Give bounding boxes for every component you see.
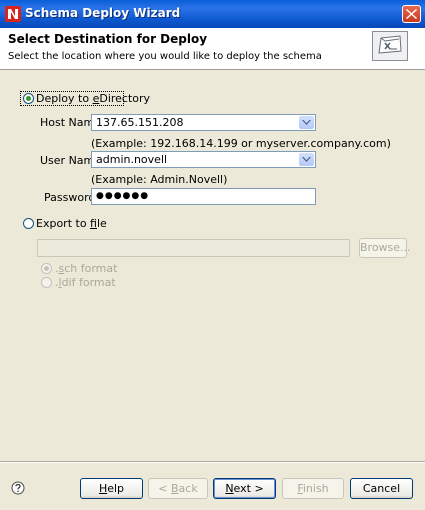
host-name-value: 137.65.151.208 (96, 116, 184, 129)
close-button[interactable] (402, 5, 421, 23)
finish-button[interactable]: Finish (282, 478, 344, 499)
user-name-value: admin.novell (96, 153, 168, 166)
wizard-header: Select Destination for Deploy Select the… (0, 28, 425, 70)
user-dropdown-button[interactable] (299, 153, 314, 166)
chevron-down-icon (302, 120, 311, 125)
user-example-text: (Example: Admin.Novell) (91, 173, 228, 186)
wizard-content: Deploy to eDirectory Host Name: 137.65.1… (0, 70, 425, 460)
title-bar[interactable]: Schema Deploy Wizard (0, 0, 425, 28)
browse-button[interactable]: Browse... (359, 238, 411, 258)
novell-n-icon (5, 6, 21, 22)
next-button[interactable]: Next > (213, 478, 276, 499)
password-field[interactable]: ●●●●●● (91, 188, 316, 205)
window-title: Schema Deploy Wizard (25, 6, 181, 20)
deploy-edirectory-label[interactable]: Deploy to eDirectory (36, 92, 150, 105)
sch-format-label: .sch format (55, 262, 118, 275)
back-button[interactable]: < Back (148, 478, 208, 499)
host-dropdown-button[interactable] (299, 116, 314, 129)
user-name-combo[interactable]: admin.novell (91, 151, 316, 168)
deploy-edirectory-radio[interactable] (23, 93, 34, 104)
page-title: Select Destination for Deploy (8, 32, 208, 46)
host-name-combo[interactable]: 137.65.151.208 (91, 114, 316, 131)
sch-format-radio[interactable] (41, 263, 52, 274)
wizard-window: Schema Deploy Wizard Select Destination … (0, 0, 425, 510)
footer-separator (0, 461, 425, 463)
ldif-format-label: .ldif format (55, 276, 116, 289)
host-example-text: (Example: 192.168.14.199 or myserver.com… (91, 137, 391, 150)
chevron-down-icon (302, 157, 311, 162)
close-icon (406, 9, 417, 19)
export-file-label[interactable]: Export to file (36, 217, 107, 230)
page-description: Select the location where you would like… (8, 51, 322, 62)
ldif-format-radio[interactable] (41, 277, 52, 288)
help-button[interactable]: Help (80, 478, 143, 499)
cancel-button[interactable]: Cancel (350, 478, 413, 499)
help-icon[interactable] (11, 481, 25, 495)
export-file-radio[interactable] (23, 218, 34, 229)
schema-deploy-banner-icon (372, 31, 408, 61)
export-file-path-input[interactable] (37, 239, 350, 257)
